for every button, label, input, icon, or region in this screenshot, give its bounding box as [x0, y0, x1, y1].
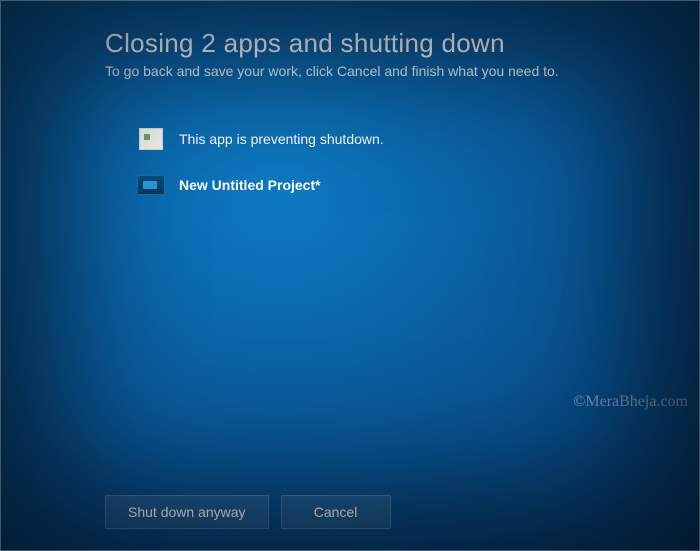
blocking-apps-list: This app is preventing shutdown. New Unt…: [137, 127, 660, 197]
cancel-button[interactable]: Cancel: [281, 495, 391, 529]
app-label: New Untitled Project*: [179, 177, 321, 193]
watermark-text: ©MeraBheja.com: [573, 393, 688, 411]
page-subtitle: To go back and save your work, click Can…: [105, 63, 660, 79]
app-row: New Untitled Project*: [137, 173, 660, 197]
app-label: This app is preventing shutdown.: [179, 131, 384, 147]
video-editor-icon: [137, 173, 165, 197]
app-row: This app is preventing shutdown.: [137, 127, 660, 151]
page-title: Closing 2 apps and shutting down: [105, 28, 660, 59]
button-bar: Shut down anyway Cancel: [105, 495, 391, 529]
generic-app-icon: [137, 127, 165, 151]
shutdown-anyway-button[interactable]: Shut down anyway: [105, 495, 269, 529]
shutdown-dialog-content: Closing 2 apps and shutting down To go b…: [105, 28, 660, 219]
